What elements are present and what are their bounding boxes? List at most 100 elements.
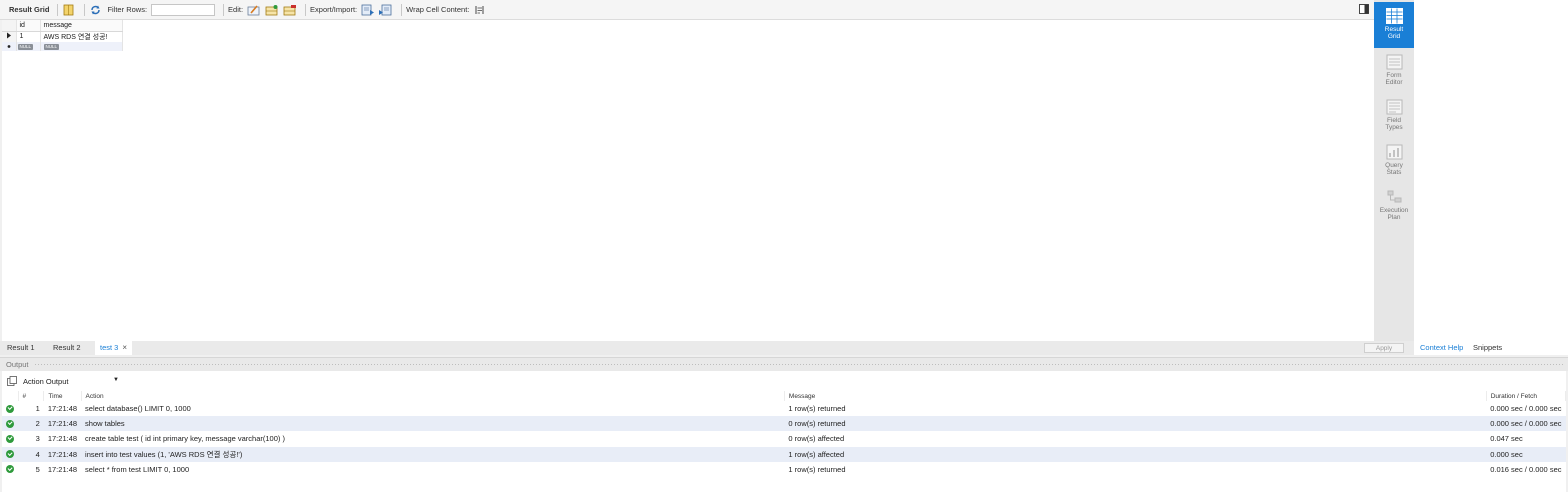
log-message: 0 row(s) affected [788, 434, 845, 444]
log-status-header [2, 391, 19, 401]
success-icon [2, 446, 18, 462]
side-form-editor-label: Form Editor [1385, 72, 1403, 86]
log-header-message[interactable]: Message [784, 391, 1487, 401]
refresh-icon[interactable] [89, 4, 102, 16]
tab-label: Result 1 [7, 343, 35, 352]
divider [84, 3, 86, 16]
tab-test-3[interactable]: test 3 × [95, 341, 133, 355]
tab-context-help[interactable]: Context Help [1420, 341, 1463, 355]
log-header-duration[interactable]: Duration / Fetch [1486, 391, 1567, 401]
divider [305, 3, 307, 16]
copy-icon[interactable] [7, 376, 17, 386]
log-action: show tables [81, 416, 785, 432]
side-query-stats-label: Query Stats [1385, 162, 1403, 176]
column-header-message[interactable]: message [40, 20, 123, 32]
log-action: select * from test LIMIT 0, 1000 [85, 464, 190, 474]
log-message: 0 row(s) returned [784, 416, 1487, 432]
log-number: 1 [35, 404, 40, 414]
tab-label: Result 2 [53, 343, 81, 352]
result-grid-label: Result Grid [9, 5, 50, 14]
new-row-icon [2, 42, 17, 51]
chevron-down-icon: ▼ [113, 376, 119, 383]
result-grid-icon [1385, 8, 1403, 24]
log-duration: 0.000 sec [1486, 446, 1566, 462]
output-toolbar: Action Output ▼ [2, 373, 119, 389]
side-field-types-button[interactable]: Field Types [1374, 93, 1414, 139]
filter-rows-label: Filter Rows: [107, 5, 148, 14]
log-header-row: # Time Action Message Duration / Fetch [2, 391, 1567, 401]
side-result-grid-button[interactable]: Result Grid [1374, 2, 1414, 48]
log-row[interactable]: 4 17:21:48 insert into test values (1, '… [2, 446, 1566, 462]
log-action: insert into test values (1, 'AWS RDS 연결 … [81, 446, 785, 462]
success-icon [2, 401, 18, 416]
success-icon [2, 416, 18, 432]
side-result-grid-label: Result Grid [1384, 26, 1404, 40]
log-action: create table test ( id int primary key, … [85, 434, 285, 444]
null-badge: NULL [17, 44, 34, 50]
log-number: 4 [18, 446, 44, 462]
log-row[interactable]: 3 17:21:48 create table test ( id int pr… [2, 431, 1566, 446]
current-row-icon [2, 31, 17, 42]
cell-id[interactable]: 1 [16, 31, 41, 42]
result-grid-area [2, 20, 1374, 341]
log-duration: 0.047 sec [1490, 434, 1523, 444]
query-stats-icon [1386, 144, 1403, 160]
new-row[interactable]: NULL NULL [2, 42, 123, 51]
cell-id-new[interactable]: NULL [16, 42, 41, 51]
context-help-panel [1414, 0, 1568, 341]
side-query-stats-button[interactable]: Query Stats [1374, 138, 1414, 184]
log-time: 17:21:48 [43, 416, 82, 432]
log-header-action[interactable]: Action [81, 391, 785, 401]
log-duration: 0.016 sec / 0.000 sec [1490, 464, 1562, 474]
log-duration: 0.000 sec / 0.000 sec [1490, 404, 1562, 414]
tab-result-1[interactable]: Result 1 [2, 341, 40, 355]
log-row[interactable]: 5 17:21:48 select * from test LIMIT 0, 1… [2, 462, 1566, 477]
log-duration: 0.000 sec / 0.000 sec [1486, 416, 1566, 432]
drag-handle[interactable] [34, 363, 1564, 367]
divider [57, 3, 59, 16]
divider [223, 3, 225, 16]
output-type-select[interactable]: Action Output ▼ [23, 377, 119, 386]
close-tab-icon[interactable]: × [122, 343, 127, 352]
result-side-panel: Result Grid Form Editor Field Types Quer… [1374, 0, 1414, 341]
filter-rows-input[interactable] [151, 3, 216, 16]
grid-header-row: id message [2, 20, 123, 32]
side-execution-plan-label: Execution Plan [1379, 207, 1409, 221]
cell-message-new[interactable]: NULL [40, 42, 123, 51]
tab-snippets[interactable]: Snippets [1473, 341, 1502, 355]
log-row[interactable]: 2 17:21:48 show tables 0 row(s) returned… [2, 416, 1566, 432]
apply-button[interactable]: Apply [1364, 343, 1404, 353]
context-tabs-bar: Context Help Snippets [1414, 341, 1568, 355]
insert-row-icon[interactable] [265, 4, 278, 16]
log-header-time[interactable]: Time [43, 391, 82, 401]
export-import-label: Export/Import: [310, 5, 358, 14]
side-field-types-label: Field Types [1385, 117, 1403, 131]
log-time: 17:21:48 [47, 464, 78, 474]
log-message: 1 row(s) affected [784, 446, 1487, 462]
delete-row-icon[interactable] [283, 4, 297, 16]
table-row[interactable]: 1 AWS RDS 연결 성공! [2, 31, 123, 42]
import-icon[interactable] [379, 4, 392, 16]
wrap-text-icon[interactable] [473, 4, 486, 16]
grid-view-icon[interactable] [62, 4, 75, 16]
column-header-id[interactable]: id [16, 20, 41, 32]
log-header-number[interactable]: # [18, 391, 45, 401]
cell-message[interactable]: AWS RDS 연결 성공! [40, 31, 123, 42]
toggle-panel-icon[interactable] [1359, 4, 1369, 14]
edit-label: Edit: [228, 5, 244, 14]
side-form-editor-button[interactable]: Form Editor [1374, 48, 1414, 94]
log-message: 1 row(s) returned [788, 404, 846, 414]
tab-result-2[interactable]: Result 2 [48, 341, 86, 355]
output-panel-header: Output [0, 357, 1568, 371]
wrap-cell-label: Wrap Cell Content: [406, 5, 470, 14]
export-icon[interactable] [361, 4, 375, 16]
action-output-table: # Time Action Message Duration / Fetch 1… [2, 391, 1567, 477]
result-grid: id message 1 AWS RDS 연결 성공! NULL NULL [2, 20, 123, 51]
output-type-value: Action Output [23, 376, 69, 386]
edit-row-icon[interactable] [247, 4, 260, 16]
side-execution-plan-button[interactable]: Execution Plan [1374, 183, 1414, 229]
row-header-corner [2, 20, 17, 32]
divider [401, 3, 403, 16]
log-time: 17:21:48 [47, 404, 78, 414]
log-row[interactable]: 1 17:21:48 select database() LIMIT 0, 10… [2, 401, 1566, 416]
